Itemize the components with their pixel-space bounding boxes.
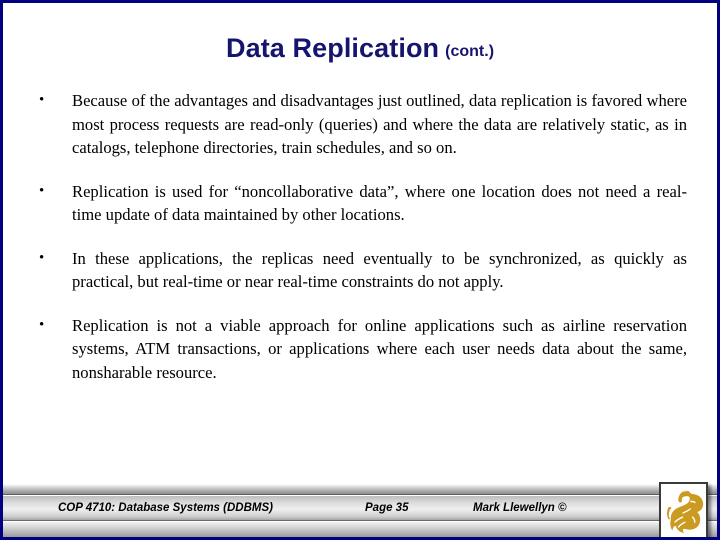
list-item: • Replication is not a viable approach f… bbox=[33, 314, 687, 385]
page-title-suffix: (cont.) bbox=[445, 43, 495, 60]
list-item-text: Because of the advantages and disadvanta… bbox=[72, 91, 687, 157]
list-item-text: In these applications, the replicas need… bbox=[72, 248, 687, 292]
list-item: • Replication is used for “noncollaborat… bbox=[33, 180, 687, 227]
footer-page-number: Page 35 bbox=[365, 502, 409, 514]
bullet-point-icon: • bbox=[39, 316, 45, 333]
bullet-list: • Because of the advantages and disadvan… bbox=[33, 89, 687, 404]
ucf-pegasus-logo bbox=[659, 482, 708, 537]
footer-top-rule bbox=[3, 484, 717, 495]
footer-bottom-rule bbox=[3, 522, 717, 537]
list-item-text: Replication is not a viable approach for… bbox=[72, 315, 687, 382]
bullet-point-icon: • bbox=[39, 182, 45, 199]
slide-footer: COP 4710: Database Systems (DDBMS) Page … bbox=[3, 483, 717, 537]
page-title: Data Replication (cont.) bbox=[3, 33, 717, 64]
footer-author-label: Mark Llewellyn © bbox=[473, 502, 567, 514]
list-item: • In these applications, the replicas ne… bbox=[33, 247, 687, 294]
pegasus-icon bbox=[667, 490, 704, 534]
footer-course-label: COP 4710: Database Systems (DDBMS) bbox=[58, 502, 273, 514]
page-title-main: Data Replication bbox=[225, 33, 440, 63]
slide-canvas: Data Replication (cont.) • Because of the… bbox=[0, 0, 720, 540]
bullet-point-icon: • bbox=[39, 92, 45, 108]
list-item-text: Replication is used for “noncollaborativ… bbox=[72, 181, 687, 225]
list-item: • Because of the advantages and disadvan… bbox=[33, 89, 687, 160]
bullet-point-icon: • bbox=[39, 249, 45, 266]
